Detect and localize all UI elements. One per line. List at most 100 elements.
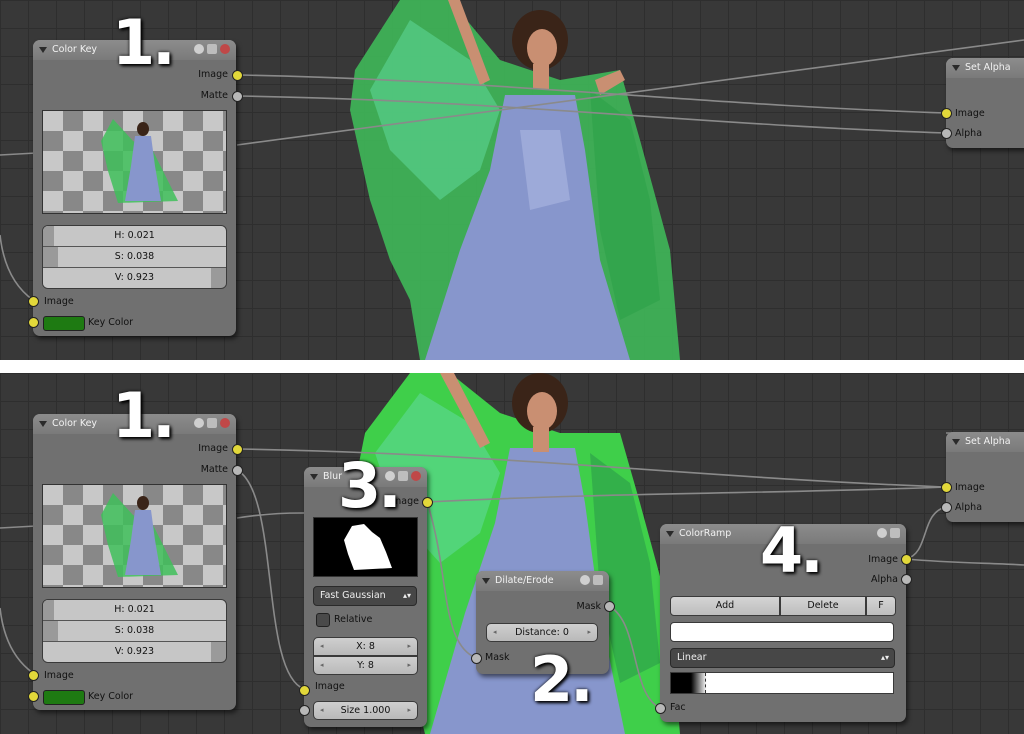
node-title: Color Key [52, 44, 98, 55]
close-icon[interactable] [220, 418, 230, 428]
close-icon[interactable] [220, 44, 230, 54]
input-image-label: Image [955, 108, 985, 119]
set-alpha-node[interactable]: Set Alpha Image Alpha [946, 58, 1024, 148]
socket-in-key-color[interactable] [28, 691, 39, 702]
output-mask-label: Mask [576, 601, 601, 612]
key-color-swatch[interactable] [43, 690, 85, 705]
collapse-triangle-icon[interactable] [39, 47, 47, 53]
input-fac-label: Fac [670, 702, 686, 713]
options-icon[interactable] [398, 471, 408, 481]
collapse-triangle-icon[interactable] [482, 578, 490, 584]
socket-out-image[interactable] [232, 70, 243, 81]
hue-slider[interactable]: H: 0.021 [43, 600, 226, 621]
value-slider[interactable]: V: 0.923 [43, 268, 226, 288]
collapse-triangle-icon[interactable] [952, 439, 960, 445]
ramp-stop-marker[interactable] [705, 673, 706, 693]
socket-in-fac[interactable] [655, 703, 666, 714]
size-y-field[interactable]: ◂ Y: 8 ▸ [313, 656, 418, 675]
updown-arrows-icon: ▴▾ [880, 653, 889, 662]
color-key-node[interactable]: Color Key Image Matte H: 0.021 S: 0.038 … [33, 40, 236, 336]
input-image-label: Image [955, 482, 985, 493]
node-editor-top[interactable]: Color Key Image Matte H: 0.021 S: 0.038 … [0, 0, 1024, 360]
set-alpha-node[interactable]: Set Alpha Image Alpha [946, 432, 1024, 522]
ramp-gradient[interactable] [670, 672, 894, 694]
socket-in-alpha[interactable] [941, 128, 952, 139]
socket-in-mask[interactable] [471, 653, 482, 664]
blur-preview [313, 517, 418, 577]
preview-toggle-icon[interactable] [194, 44, 204, 54]
value-slider[interactable]: V: 0.923 [43, 642, 226, 662]
options-icon[interactable] [890, 528, 900, 538]
color-key-node[interactable]: Color Key Image Matte H: 0.021 S: 0.038 … [33, 414, 236, 710]
preview-image [42, 110, 227, 214]
collapse-triangle-icon[interactable] [952, 65, 960, 71]
collapse-triangle-icon[interactable] [666, 531, 674, 537]
step-label-1: 1. [112, 6, 176, 79]
node-title: ColorRamp [679, 528, 732, 539]
collapse-triangle-icon[interactable] [310, 474, 318, 480]
preview-toggle-icon[interactable] [877, 528, 887, 538]
input-alpha-label: Alpha [955, 128, 983, 139]
collapse-triangle-icon[interactable] [39, 421, 47, 427]
close-icon[interactable] [411, 471, 421, 481]
node-editor-bottom[interactable]: Color Key Image Matte H: 0.021 S: 0.038 … [0, 373, 1024, 734]
socket-out-image[interactable] [422, 497, 433, 508]
options-icon[interactable] [207, 418, 217, 428]
node-header[interactable]: Set Alpha [946, 58, 1024, 78]
socket-in-image[interactable] [299, 685, 310, 696]
input-alpha-label: Alpha [955, 502, 983, 513]
node-title: Set Alpha [965, 62, 1011, 73]
socket-in-image[interactable] [941, 482, 952, 493]
options-icon[interactable] [207, 44, 217, 54]
key-color-label: Key Color [88, 691, 134, 702]
socket-out-image[interactable] [901, 554, 912, 565]
updown-arrows-icon: ▴▾ [402, 591, 411, 600]
preview-toggle-icon[interactable] [580, 575, 590, 585]
delete-button[interactable]: Delete [780, 596, 866, 616]
preview-subject [101, 119, 178, 203]
step-label-1: 1. [112, 379, 176, 452]
ramp-buttons: Add Delete F [670, 596, 896, 616]
step-label-2: 2. [530, 643, 594, 716]
interpolation-select[interactable]: Linear ▴▾ [670, 648, 895, 668]
socket-in-key-color[interactable] [28, 317, 39, 328]
preview-subject [101, 493, 178, 577]
size-x-field[interactable]: ◂ X: 8 ▸ [313, 637, 418, 656]
socket-out-image[interactable] [232, 444, 243, 455]
distance-field[interactable]: ◂ Distance: 0 ▸ [486, 623, 598, 642]
node-header[interactable]: Set Alpha [946, 432, 1024, 452]
socket-out-mask[interactable] [604, 601, 615, 612]
socket-in-image[interactable] [28, 670, 39, 681]
flip-button[interactable]: F [866, 596, 896, 616]
output-matte-label: Matte [200, 90, 228, 101]
socket-in-image[interactable] [28, 296, 39, 307]
socket-out-matte[interactable] [232, 465, 243, 476]
active-color-swatch[interactable] [670, 622, 894, 642]
socket-in-image[interactable] [941, 108, 952, 119]
size-field[interactable]: ◂ Size 1.000 ▸ [313, 701, 418, 720]
output-image-label: Image [198, 443, 228, 454]
preview-toggle-icon[interactable] [194, 418, 204, 428]
socket-out-matte[interactable] [232, 91, 243, 102]
hue-slider[interactable]: H: 0.021 [43, 226, 226, 247]
node-header[interactable]: Dilate/Erode [476, 571, 609, 591]
hsv-sliders[interactable]: H: 0.021 S: 0.038 V: 0.923 [42, 225, 227, 289]
node-title: Color Key [52, 418, 98, 429]
output-image-label: Image [198, 69, 228, 80]
filter-type-select[interactable]: Fast Gaussian ▴▾ [313, 586, 417, 606]
socket-out-alpha[interactable] [901, 574, 912, 585]
options-icon[interactable] [593, 575, 603, 585]
hsv-sliders[interactable]: H: 0.021 S: 0.038 V: 0.923 [42, 599, 227, 663]
relative-checkbox[interactable] [316, 613, 330, 627]
output-image-label: Image [868, 554, 898, 565]
socket-in-size[interactable] [299, 705, 310, 716]
step-label-4: 4. [760, 514, 824, 587]
saturation-slider[interactable]: S: 0.038 [43, 247, 226, 268]
saturation-slider[interactable]: S: 0.038 [43, 621, 226, 642]
socket-in-alpha[interactable] [941, 502, 952, 513]
input-image-label: Image [44, 670, 74, 681]
add-button[interactable]: Add [670, 596, 780, 616]
node-title: Set Alpha [965, 436, 1011, 447]
key-color-swatch[interactable] [43, 316, 85, 331]
step-label-3: 3. [338, 449, 402, 522]
